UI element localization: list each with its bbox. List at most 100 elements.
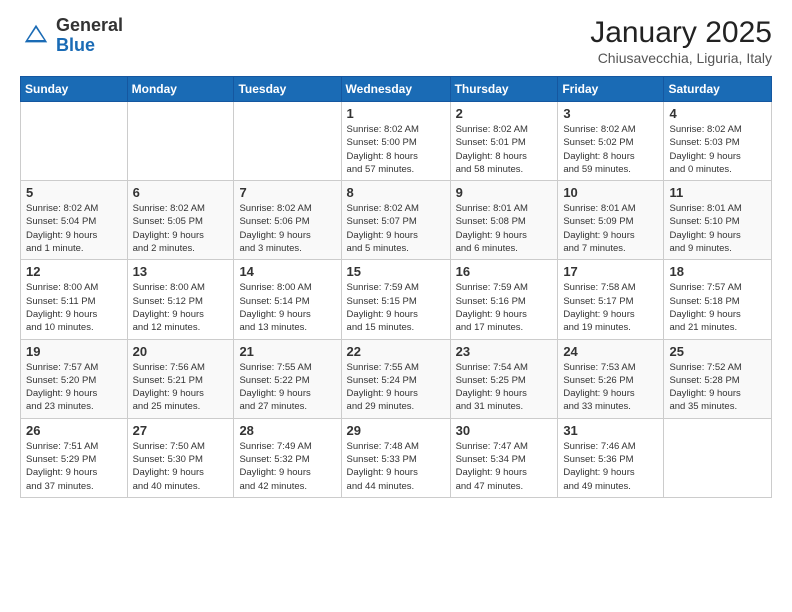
calendar-cell [127,102,234,181]
calendar-cell: 19 Sunrise: 7:57 AM Sunset: 5:20 PM Dayli… [21,339,128,418]
day-info: Sunrise: 8:02 AM Sunset: 5:00 PM Dayligh… [347,123,445,176]
calendar-cell: 20 Sunrise: 7:56 AM Sunset: 5:21 PM Dayli… [127,339,234,418]
calendar-week-row: 1 Sunrise: 8:02 AM Sunset: 5:00 PM Daylig… [21,102,772,181]
day-info: Sunrise: 8:02 AM Sunset: 5:06 PM Dayligh… [239,202,335,255]
day-info: Sunrise: 7:48 AM Sunset: 5:33 PM Dayligh… [347,440,445,493]
day-info: Sunrise: 7:51 AM Sunset: 5:29 PM Dayligh… [26,440,122,493]
day-info: Sunrise: 7:56 AM Sunset: 5:21 PM Dayligh… [133,361,229,414]
day-number: 24 [563,344,658,359]
calendar-cell: 30Sunrise: 7:47 AM Sunset: 5:34 PM Dayli… [450,418,558,497]
calendar-cell: 27 Sunrise: 7:50 AM Sunset: 5:30 PM Dayli… [127,418,234,497]
calendar-table: SundayMondayTuesdayWednesdayThursdayFrid… [20,76,772,498]
calendar-week-row: 12 Sunrise: 8:00 AM Sunset: 5:11 PM Dayli… [21,260,772,339]
calendar-cell: 18 Sunrise: 7:57 AM Sunset: 5:18 PM Dayli… [664,260,772,339]
day-number: 21 [239,344,335,359]
day-number: 11 [669,185,766,200]
calendar-cell: 5 Sunrise: 8:02 AM Sunset: 5:04 PM Daylig… [21,181,128,260]
calendar-cell [234,102,341,181]
day-info: Sunrise: 8:01 AM Sunset: 5:10 PM Dayligh… [669,202,766,255]
day-number: 10 [563,185,658,200]
calendar-cell: 31 Sunrise: 7:46 AM Sunset: 5:36 PM Dayli… [558,418,664,497]
day-number: 23 [456,344,553,359]
calendar-cell: 21 Sunrise: 7:55 AM Sunset: 5:22 PM Dayli… [234,339,341,418]
logo-general: General [56,15,123,35]
calendar-cell [21,102,128,181]
day-number: 17 [563,264,658,279]
calendar-cell: 13Sunrise: 8:00 AM Sunset: 5:12 PM Dayli… [127,260,234,339]
calendar-cell: 7Sunrise: 8:02 AM Sunset: 5:06 PM Daylig… [234,181,341,260]
day-number: 25 [669,344,766,359]
calendar-cell: 15 Sunrise: 7:59 AM Sunset: 5:15 PM Dayli… [341,260,450,339]
calendar-cell: 3 Sunrise: 8:02 AM Sunset: 5:02 PM Daylig… [558,102,664,181]
day-info: Sunrise: 8:02 AM Sunset: 5:04 PM Dayligh… [26,202,122,255]
calendar-week-row: 19 Sunrise: 7:57 AM Sunset: 5:20 PM Dayli… [21,339,772,418]
day-number: 14 [239,264,335,279]
day-info: Sunrise: 8:02 AM Sunset: 5:05 PM Dayligh… [133,202,229,255]
weekday-header: Sunday [21,77,128,102]
day-number: 20 [133,344,229,359]
day-info: Sunrise: 7:57 AM Sunset: 5:18 PM Dayligh… [669,281,766,334]
day-number: 19 [26,344,122,359]
day-number: 5 [26,185,122,200]
month-title: January 2025 [590,16,772,50]
day-info: Sunrise: 7:47 AM Sunset: 5:34 PM Dayligh… [456,440,553,493]
day-info: Sunrise: 8:00 AM Sunset: 5:11 PM Dayligh… [26,281,122,334]
calendar-week-row: 26 Sunrise: 7:51 AM Sunset: 5:29 PM Dayli… [21,418,772,497]
day-info: Sunrise: 7:58 AM Sunset: 5:17 PM Dayligh… [563,281,658,334]
day-number: 26 [26,423,122,438]
day-number: 28 [239,423,335,438]
weekday-header: Wednesday [341,77,450,102]
day-info: Sunrise: 7:55 AM Sunset: 5:22 PM Dayligh… [239,361,335,414]
day-info: Sunrise: 8:02 AM Sunset: 5:02 PM Dayligh… [563,123,658,176]
day-info: Sunrise: 7:49 AM Sunset: 5:32 PM Dayligh… [239,440,335,493]
calendar-cell: 22 Sunrise: 7:55 AM Sunset: 5:24 PM Dayli… [341,339,450,418]
day-number: 22 [347,344,445,359]
day-info: Sunrise: 7:55 AM Sunset: 5:24 PM Dayligh… [347,361,445,414]
logo-text: General Blue [56,16,123,56]
calendar-cell: 23 Sunrise: 7:54 AM Sunset: 5:25 PM Dayli… [450,339,558,418]
calendar-cell [664,418,772,497]
weekday-header: Monday [127,77,234,102]
day-number: 13 [133,264,229,279]
day-info: Sunrise: 7:50 AM Sunset: 5:30 PM Dayligh… [133,440,229,493]
day-info: Sunrise: 8:01 AM Sunset: 5:09 PM Dayligh… [563,202,658,255]
day-info: Sunrise: 7:59 AM Sunset: 5:16 PM Dayligh… [456,281,553,334]
day-info: Sunrise: 7:59 AM Sunset: 5:15 PM Dayligh… [347,281,445,334]
calendar-week-row: 5 Sunrise: 8:02 AM Sunset: 5:04 PM Daylig… [21,181,772,260]
calendar-cell: 25Sunrise: 7:52 AM Sunset: 5:28 PM Dayli… [664,339,772,418]
calendar-cell: 11 Sunrise: 8:01 AM Sunset: 5:10 PM Dayli… [664,181,772,260]
weekday-header: Thursday [450,77,558,102]
calendar-cell: 24Sunrise: 7:53 AM Sunset: 5:26 PM Dayli… [558,339,664,418]
day-number: 29 [347,423,445,438]
day-number: 4 [669,106,766,121]
calendar-cell: 12 Sunrise: 8:00 AM Sunset: 5:11 PM Dayli… [21,260,128,339]
weekday-header: Friday [558,77,664,102]
day-number: 27 [133,423,229,438]
calendar-cell: 10 Sunrise: 8:01 AM Sunset: 5:09 PM Dayli… [558,181,664,260]
day-number: 15 [347,264,445,279]
calendar-cell: 1 Sunrise: 8:02 AM Sunset: 5:00 PM Daylig… [341,102,450,181]
day-info: Sunrise: 7:46 AM Sunset: 5:36 PM Dayligh… [563,440,658,493]
logo-icon [20,20,52,52]
day-number: 18 [669,264,766,279]
calendar-cell: 14Sunrise: 8:00 AM Sunset: 5:14 PM Dayli… [234,260,341,339]
day-number: 6 [133,185,229,200]
weekday-header: Tuesday [234,77,341,102]
calendar-cell: 2Sunrise: 8:02 AM Sunset: 5:01 PM Daylig… [450,102,558,181]
header: General Blue January 2025 Chiusavecchia,… [20,16,772,66]
logo: General Blue [20,16,123,56]
day-number: 2 [456,106,553,121]
day-info: Sunrise: 7:54 AM Sunset: 5:25 PM Dayligh… [456,361,553,414]
location-title: Chiusavecchia, Liguria, Italy [590,50,772,66]
calendar-cell: 26 Sunrise: 7:51 AM Sunset: 5:29 PM Dayli… [21,418,128,497]
day-number: 1 [347,106,445,121]
calendar-cell: 9Sunrise: 8:01 AM Sunset: 5:08 PM Daylig… [450,181,558,260]
calendar-cell: 29 Sunrise: 7:48 AM Sunset: 5:33 PM Dayli… [341,418,450,497]
day-number: 16 [456,264,553,279]
day-info: Sunrise: 7:57 AM Sunset: 5:20 PM Dayligh… [26,361,122,414]
day-number: 3 [563,106,658,121]
day-number: 31 [563,423,658,438]
calendar-cell: 6 Sunrise: 8:02 AM Sunset: 5:05 PM Daylig… [127,181,234,260]
calendar-cell: 4Sunrise: 8:02 AM Sunset: 5:03 PM Daylig… [664,102,772,181]
day-number: 12 [26,264,122,279]
